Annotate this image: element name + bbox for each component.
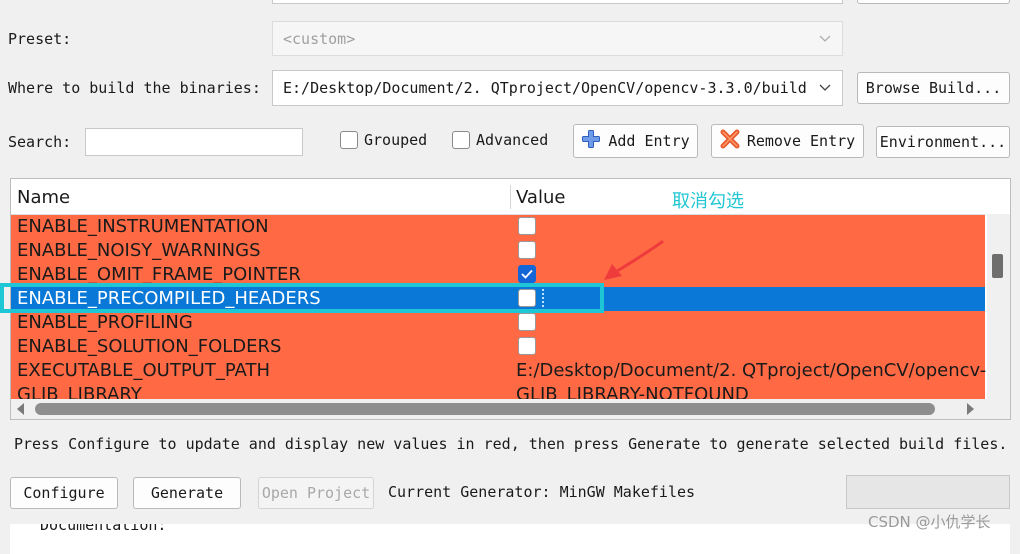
build-dir-label: Where to build the binaries:	[8, 79, 261, 97]
chevron-down-icon	[818, 81, 832, 95]
annotation-highlight-box	[0, 283, 604, 313]
table-row[interactable]: EXECUTABLE_OUTPUT_PATH E:/Desktop/Docume…	[11, 359, 998, 383]
row-name: EXECUTABLE_OUTPUT_PATH	[17, 360, 270, 381]
current-generator-label: Current Generator: MinGW Makefiles	[388, 483, 696, 501]
search-input[interactable]	[85, 128, 303, 156]
table-row[interactable]: ENABLE_INSTRUMENTATION	[11, 215, 985, 239]
log-line: Documentation:	[40, 524, 167, 534]
row-name: ENABLE_OMIT_FRAME_POINTER	[17, 264, 301, 285]
preset-value: <custom>	[283, 29, 356, 48]
table-row[interactable]: ENABLE_PROFILING	[11, 311, 985, 335]
table-row[interactable]: ENABLE_SOLUTION_FOLDERS	[11, 335, 985, 359]
preset-label: Preset:	[8, 30, 72, 48]
chevron-down-icon	[818, 32, 832, 46]
add-entry-button[interactable]: Add Entry	[573, 124, 698, 158]
scroll-right-icon[interactable]	[967, 403, 974, 415]
column-header-value[interactable]: Value	[510, 179, 565, 214]
hint-text: Press Configure to update and display ne…	[14, 435, 1008, 453]
annotation-text: 取消勾选	[672, 191, 744, 212]
browse-build-button[interactable]: Browse Build...	[857, 72, 1010, 104]
browse-source-button[interactable]	[857, 0, 1010, 4]
output-log[interactable]: Documentation:	[10, 524, 1010, 554]
remove-entry-label: Remove Entry	[746, 132, 856, 150]
add-entry-label: Add Entry	[608, 132, 690, 150]
value-checkbox[interactable]	[518, 337, 536, 355]
search-label: Search:	[8, 133, 72, 151]
watermark: CSDN @小仇学长	[868, 513, 991, 531]
build-dir-value: E:/Desktop/Document/2. QTproject/OpenCV/…	[283, 79, 807, 97]
horizontal-scroll-thumb[interactable]	[35, 403, 935, 415]
vertical-scrollbar[interactable]	[987, 214, 1010, 402]
table-row[interactable]: ENABLE_NOISY_WARNINGS	[11, 239, 985, 263]
annotation-arrow-icon	[604, 240, 664, 280]
row-name: ENABLE_PROFILING	[17, 312, 193, 333]
row-name: ENABLE_NOISY_WARNINGS	[17, 240, 261, 261]
value-checkbox[interactable]	[518, 217, 536, 235]
advanced-checkbox[interactable]: Advanced	[452, 131, 548, 149]
row-name: ENABLE_INSTRUMENTATION	[17, 216, 269, 237]
row-name: GLIB_LIBRARY	[17, 384, 142, 399]
table-row[interactable]: GLIB_LIBRARY GLIB_LIBRARY-NOTFOUND	[11, 383, 985, 399]
plus-icon	[581, 129, 601, 153]
row-value: E:/Desktop/Document/2. QTproject/OpenCV/…	[516, 360, 998, 381]
advanced-label: Advanced	[476, 131, 549, 149]
vertical-scroll-thumb[interactable]	[992, 254, 1003, 278]
row-value: GLIB_LIBRARY-NOTFOUND	[516, 384, 749, 399]
grouped-label: Grouped	[364, 131, 428, 149]
preset-combo[interactable]: <custom>	[272, 21, 843, 56]
row-name: ENABLE_SOLUTION_FOLDERS	[17, 336, 282, 357]
grouped-checkbox[interactable]: Grouped	[340, 131, 427, 149]
scroll-left-icon[interactable]	[17, 403, 24, 415]
configure-button[interactable]: Configure	[10, 477, 118, 509]
checkmark-icon	[521, 269, 533, 279]
table-header: Name Value	[11, 179, 985, 215]
source-path-field[interactable]	[272, 0, 843, 4]
grouped-checkbox-box[interactable]	[340, 131, 358, 149]
remove-entry-button[interactable]: Remove Entry	[711, 124, 864, 158]
value-checkbox[interactable]	[518, 241, 536, 259]
remove-x-icon	[720, 129, 740, 153]
environment-button[interactable]: Environment...	[876, 126, 1010, 158]
column-header-name[interactable]: Name	[11, 179, 70, 214]
progress-bar	[846, 475, 1010, 509]
advanced-checkbox-box[interactable]	[452, 131, 470, 149]
horizontal-scrollbar[interactable]	[11, 399, 1010, 419]
build-dir-combo[interactable]: E:/Desktop/Document/2. QTproject/OpenCV/…	[272, 70, 843, 106]
generate-button[interactable]: Generate	[133, 477, 241, 509]
value-checkbox-checked[interactable]	[518, 265, 536, 283]
value-checkbox[interactable]	[518, 313, 536, 331]
open-project-button[interactable]: Open Project	[258, 477, 374, 509]
